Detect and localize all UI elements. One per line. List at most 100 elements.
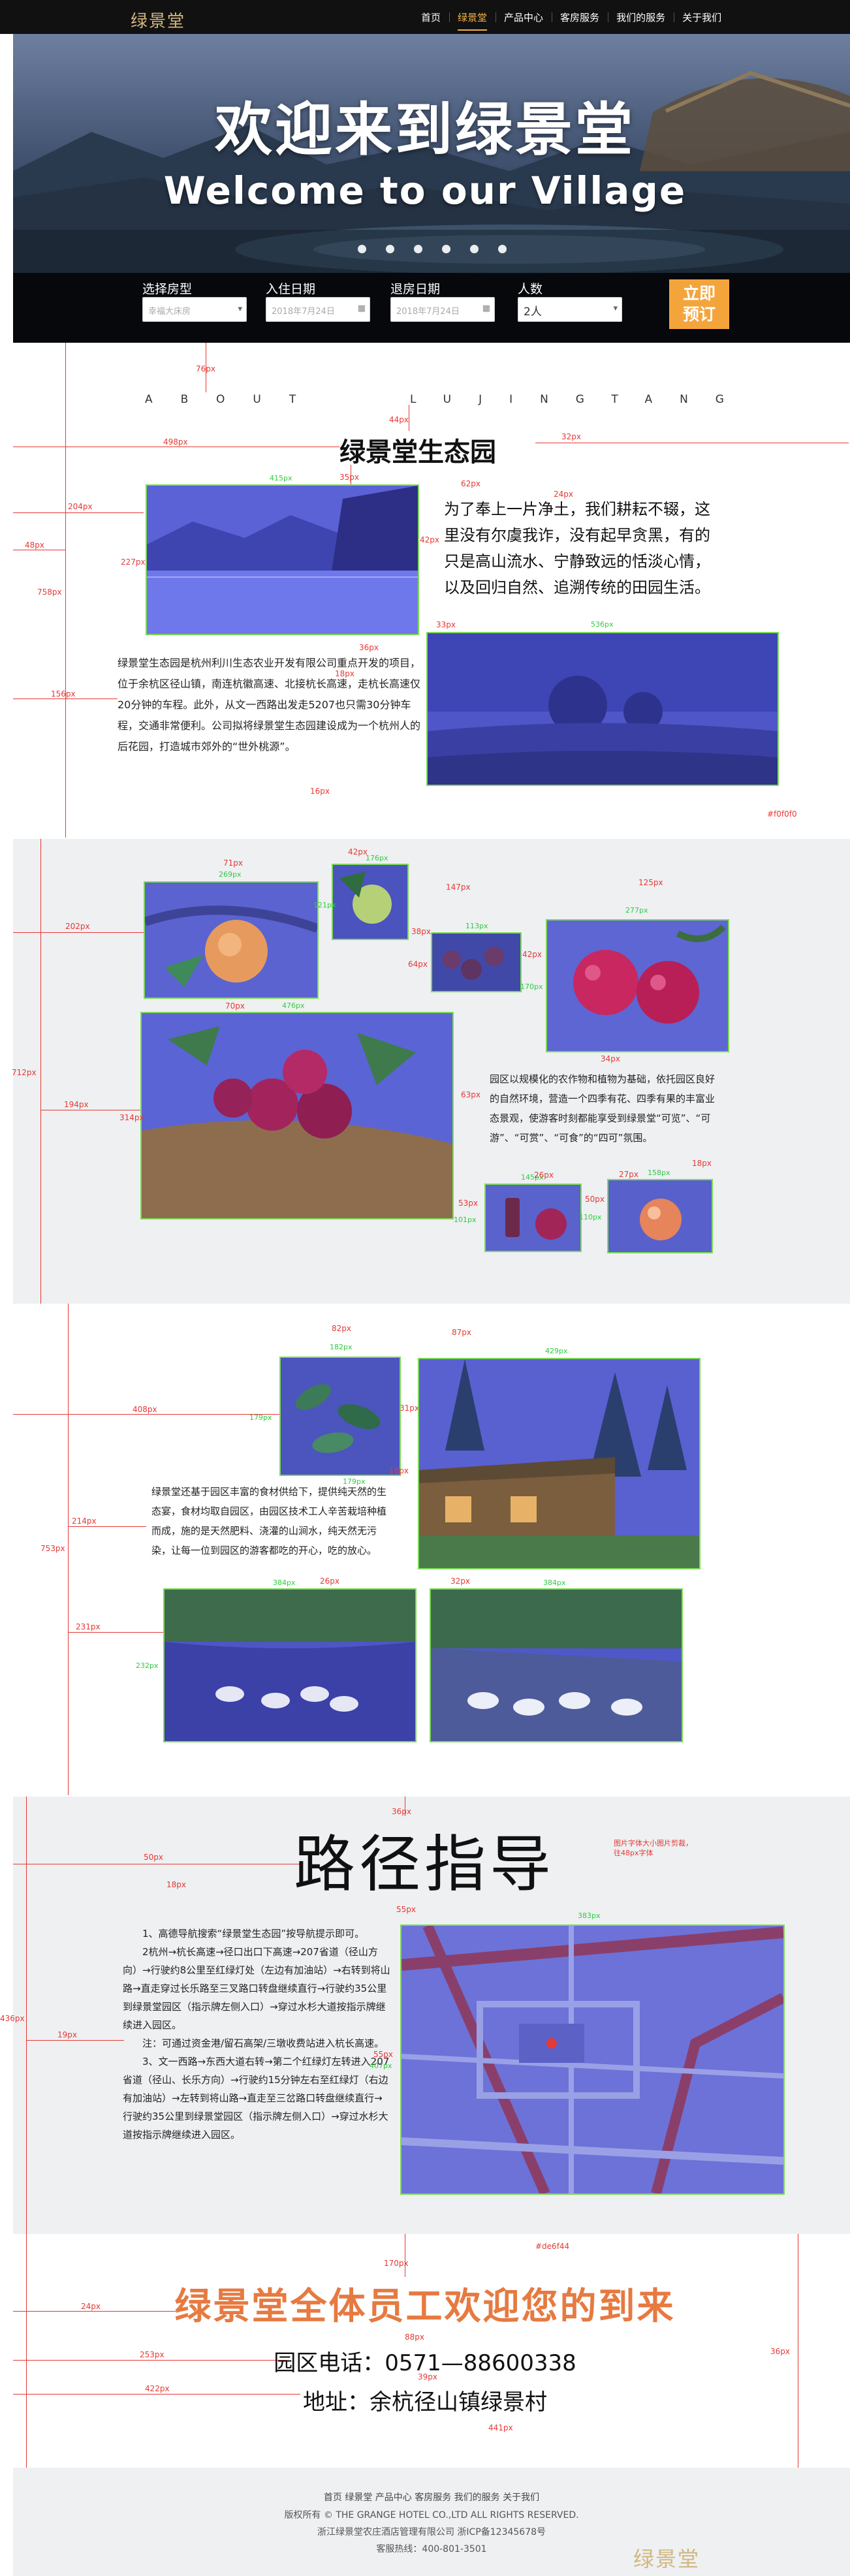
checkout-value: 2018年7月24日 <box>396 307 460 317</box>
tea-leaves-photo <box>279 1357 401 1476</box>
footer-hotline: 客服热线：400-801-3501 <box>376 2544 487 2554</box>
annot-label: 50px <box>144 1853 163 1862</box>
annot-line <box>68 1632 166 1633</box>
slide-dot[interactable] <box>470 245 479 253</box>
checkout-label: 退房日期 <box>390 282 441 296</box>
calendar-icon: ▦ <box>357 304 366 313</box>
checkin-date-input[interactable]: 2018年7月24日 ▦ <box>266 297 370 322</box>
annot-label: 82px <box>332 1324 351 1333</box>
slide-dot[interactable] <box>386 245 394 253</box>
annot-size: 314px <box>119 1113 144 1122</box>
book-now-line1: 立即 <box>682 284 716 303</box>
annot-size: 536px <box>591 620 614 629</box>
route-map[interactable] <box>400 1924 785 2195</box>
peach-image <box>145 883 317 997</box>
main-nav: 首页 绿景堂 产品中心 客房服务 我们的服务 关于我们 <box>413 10 730 31</box>
footer-logo: 绿景堂 <box>633 2547 700 2571</box>
route-step-2: 2杭州→杭长高速→径口出口下高速→207省道（径山方向）→行驶约8公里至红绿灯处… <box>123 1946 390 2031</box>
route-title: 路径指导 <box>294 1829 556 1900</box>
slide-dot[interactable] <box>498 245 507 253</box>
annot-size: 383px <box>578 1911 601 1920</box>
annot-label: 55px <box>373 2050 393 2059</box>
calendar-icon: ▦ <box>482 304 490 313</box>
book-now-button[interactable]: 立即 预订 <box>669 279 729 329</box>
book-now-line2: 预订 <box>682 305 716 324</box>
nav-item-services[interactable]: 我们的服务 <box>608 10 674 24</box>
hero-title: 欢迎来到绿景堂 <box>214 96 635 163</box>
hero-subtitle: Welcome to our Village <box>163 168 687 213</box>
annot-label: 202px <box>65 922 90 931</box>
about-letters: ABOUT <box>145 393 324 406</box>
annot-label: 88px <box>405 2333 424 2342</box>
annot-label: 18px <box>692 1159 712 1168</box>
annot-label: 36px <box>770 2347 790 2356</box>
annot-label: 753px <box>40 1544 65 1553</box>
annot-label: 18px <box>166 1880 186 1889</box>
night-field-image <box>428 633 778 785</box>
nav-item-lujingtang[interactable]: 绿景堂 <box>449 10 496 31</box>
route-note: 注：可通过资金港/留石高架/三墩收费站进入杭长高速。 <box>142 2037 385 2049</box>
fruit-image-small <box>333 865 407 939</box>
checkin-label: 入住日期 <box>266 282 316 296</box>
annot-label: 55px <box>396 1905 416 1914</box>
nav-item-rooms[interactable]: 客房服务 <box>552 10 608 24</box>
ducks-image <box>431 1590 682 1741</box>
annot-label: 26px <box>320 1577 339 1586</box>
checkout-date-input[interactable]: 2018年7月24日 ▦ <box>390 297 495 322</box>
slide-dot[interactable] <box>358 245 366 253</box>
annot-note: 图片字体大小图片剪裁， <box>614 1839 693 1847</box>
annot-label: 42px <box>348 847 368 856</box>
annot-label: 147px <box>446 883 471 892</box>
annot-size: 269px <box>219 870 242 879</box>
annot-label: 71px <box>223 858 243 868</box>
bottle-image <box>486 1185 580 1251</box>
berries-image-small <box>432 934 520 991</box>
annot-label: 44px <box>389 415 409 424</box>
plants-text: 园区以规模化的农作物和植物为基础，依托园区良好的自然环境，营造一个四季有花、四季… <box>490 1073 716 1144</box>
nav-item-about[interactable]: 关于我们 <box>674 10 730 24</box>
annot-size: 407px <box>370 2062 392 2070</box>
slide-dot[interactable] <box>442 245 450 253</box>
annot-size: 476px <box>282 1001 305 1010</box>
slide-dot[interactable] <box>414 245 422 253</box>
annot-size: 158px <box>648 1169 670 1177</box>
site-logo[interactable]: 绿景堂 <box>131 8 185 32</box>
peach-photo <box>144 881 319 999</box>
annot-line <box>65 343 66 838</box>
footer-nav[interactable]: 首页 绿景堂 产品中心 客房服务 我们的服务 关于我们 <box>13 2490 850 2504</box>
park-address: 地址：余杭径山镇绿景村 <box>303 2389 547 2415</box>
annot-line <box>40 839 41 1304</box>
nav-item-products[interactable]: 产品中心 <box>496 10 552 24</box>
route-step-1: 1、高德导航搜索“绿景堂生态园”按导航提示即可。 <box>142 1928 365 1940</box>
annot-label: 87px <box>452 1328 471 1337</box>
annot-label: 27px <box>619 1170 638 1179</box>
annot-line <box>26 2040 124 2041</box>
annot-label: 758px <box>37 588 62 597</box>
about-intro: 绿景堂生态园是杭州利川生态农业开发有限公司重点开发的项目，位于余杭区径山镇，南连… <box>118 657 421 753</box>
annot-size: 227px <box>121 558 146 567</box>
annot-size: 182px <box>330 1343 353 1351</box>
annot-label: 42px <box>522 950 542 959</box>
annot-label: 19px <box>57 2030 77 2039</box>
annot-label: 64px <box>408 960 428 969</box>
annot-label: 170px <box>384 2259 409 2268</box>
annot-label: 36px <box>359 643 379 652</box>
annot-size: 384px <box>543 1579 566 1587</box>
footer-icp: 浙江绿景堂农庄酒店管理有限公司 浙ICP备12345678号 <box>317 2527 546 2537</box>
basket-image <box>142 1013 452 1218</box>
annot-label: 214px <box>72 1516 97 1526</box>
annot-size: 277px <box>625 906 648 915</box>
tea-leaves-image <box>281 1358 400 1475</box>
chevron-down-icon: ▾ <box>613 304 618 313</box>
annot-size: 179px <box>249 1413 272 1422</box>
nav-item-home[interactable]: 首页 <box>413 10 449 24</box>
bottle-photo <box>484 1184 582 1252</box>
annot-label: 18px <box>389 1466 409 1475</box>
annot-label: 39px <box>418 2372 437 2381</box>
room-type-select[interactable]: 幸福大床房 ▾ <box>142 297 247 322</box>
people-label: 人数 <box>518 282 543 296</box>
annot-label: 34px <box>601 1054 620 1063</box>
people-select[interactable]: 2人 ▾ <box>518 297 622 322</box>
ducks-photo <box>430 1588 683 1742</box>
annot-label: 498px <box>163 437 188 447</box>
